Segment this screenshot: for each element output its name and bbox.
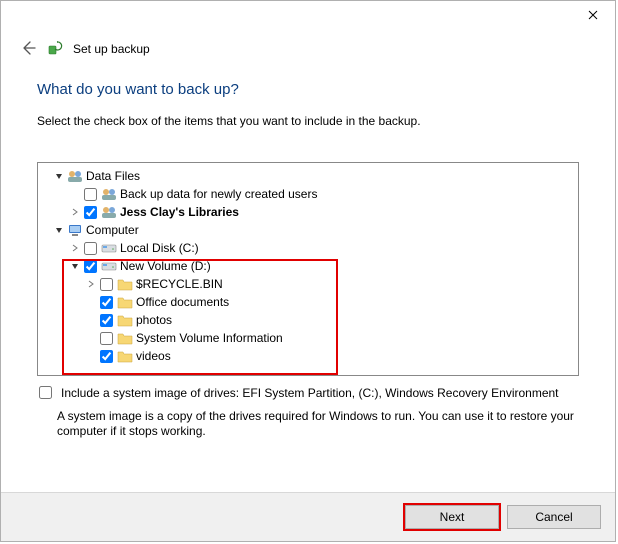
expander-closed[interactable] [68, 241, 82, 255]
include-system-image-option: Include a system image of drives: EFI Sy… [37, 386, 579, 401]
checkbox-new-users[interactable] [84, 188, 97, 201]
tree-node-local-disk-c[interactable]: Local Disk (C:) [38, 239, 578, 257]
expander-closed[interactable] [68, 205, 82, 219]
tree-node-new-volume-d[interactable]: New Volume (D:) [38, 257, 578, 275]
tree-node-data-files[interactable]: Data Files [38, 167, 578, 185]
footer: Next Cancel [1, 492, 615, 541]
checkbox-photos[interactable] [100, 314, 113, 327]
cancel-button-label: Cancel [535, 510, 572, 524]
drive-icon [101, 240, 117, 256]
tree-label: Data Files [86, 167, 140, 185]
checkbox-jess-libraries[interactable] [84, 206, 97, 219]
checkbox-videos[interactable] [100, 350, 113, 363]
chevron-right-icon [71, 244, 79, 252]
system-image-note: A system image is a copy of the drives r… [57, 409, 579, 439]
drive-icon [101, 258, 117, 274]
folder-icon [117, 348, 133, 364]
chevron-down-icon [55, 226, 63, 234]
chevron-down-icon [71, 262, 79, 270]
expander-open[interactable] [52, 223, 66, 237]
backup-icon [47, 40, 63, 59]
instruction-text: Select the check box of the items that y… [37, 114, 579, 128]
group-icon [101, 204, 117, 220]
next-button[interactable]: Next [405, 505, 499, 529]
tree-node-photos[interactable]: photos [38, 311, 578, 329]
chevron-right-icon [87, 280, 95, 288]
tree-node-system-volume-info[interactable]: System Volume Information [38, 329, 578, 347]
checkbox-recycle-bin[interactable] [100, 278, 113, 291]
tree-node-new-users[interactable]: Back up data for newly created users [38, 185, 578, 203]
header-row: Set up backup [19, 39, 597, 59]
tree-label: videos [136, 347, 171, 365]
checkbox-office-documents[interactable] [100, 296, 113, 309]
titlebar [1, 1, 615, 31]
window-title: Set up backup [73, 42, 150, 56]
folder-icon [117, 276, 133, 292]
next-button-label: Next [440, 510, 465, 524]
items-tree: Data Files Back up data for newly create… [37, 162, 579, 376]
chevron-right-icon [71, 208, 79, 216]
checkbox-local-disk-c[interactable] [84, 242, 97, 255]
expander-closed[interactable] [84, 277, 98, 291]
folder-icon [117, 330, 133, 346]
expander-open[interactable] [68, 259, 82, 273]
chevron-down-icon [55, 172, 63, 180]
options-area: Include a system image of drives: EFI Sy… [37, 386, 579, 439]
checkbox-new-volume-d[interactable] [84, 260, 97, 273]
folder-icon [117, 294, 133, 310]
tree-label: $RECYCLE.BIN [136, 275, 223, 293]
tree-node-videos[interactable]: videos [38, 347, 578, 365]
folder-icon [117, 312, 133, 328]
close-icon [588, 10, 598, 20]
group-icon [101, 186, 117, 202]
include-system-image-label: Include a system image of drives: EFI Sy… [61, 386, 559, 401]
tree-label: System Volume Information [136, 329, 283, 347]
tree-label: Back up data for newly created users [120, 185, 317, 203]
tree-node-office-documents[interactable]: Office documents [38, 293, 578, 311]
tree-node-jess-libraries[interactable]: Jess Clay's Libraries [38, 203, 578, 221]
cancel-button[interactable]: Cancel [507, 505, 601, 529]
group-icon [67, 168, 83, 184]
arrow-left-icon [19, 39, 37, 57]
tree-label: photos [136, 311, 172, 329]
content-area: What do you want to back up? Select the … [37, 81, 579, 483]
back-button[interactable] [19, 39, 37, 60]
backup-wizard-window: Set up backup What do you want to back u… [0, 0, 616, 542]
checkbox-system-volume-info[interactable] [100, 332, 113, 345]
page-heading: What do you want to back up? [37, 81, 579, 98]
tree-node-computer[interactable]: Computer [38, 221, 578, 239]
tree-label: Jess Clay's Libraries [120, 203, 239, 221]
tree-label: Local Disk (C:) [120, 239, 199, 257]
checkbox-include-system-image[interactable] [39, 386, 52, 399]
expander-open[interactable] [52, 169, 66, 183]
computer-icon [67, 222, 83, 238]
tree-label: Office documents [136, 293, 229, 311]
tree-node-recycle-bin[interactable]: $RECYCLE.BIN [38, 275, 578, 293]
close-button[interactable] [570, 1, 615, 29]
tree-label: New Volume (D:) [120, 257, 211, 275]
tree-label: Computer [86, 221, 139, 239]
